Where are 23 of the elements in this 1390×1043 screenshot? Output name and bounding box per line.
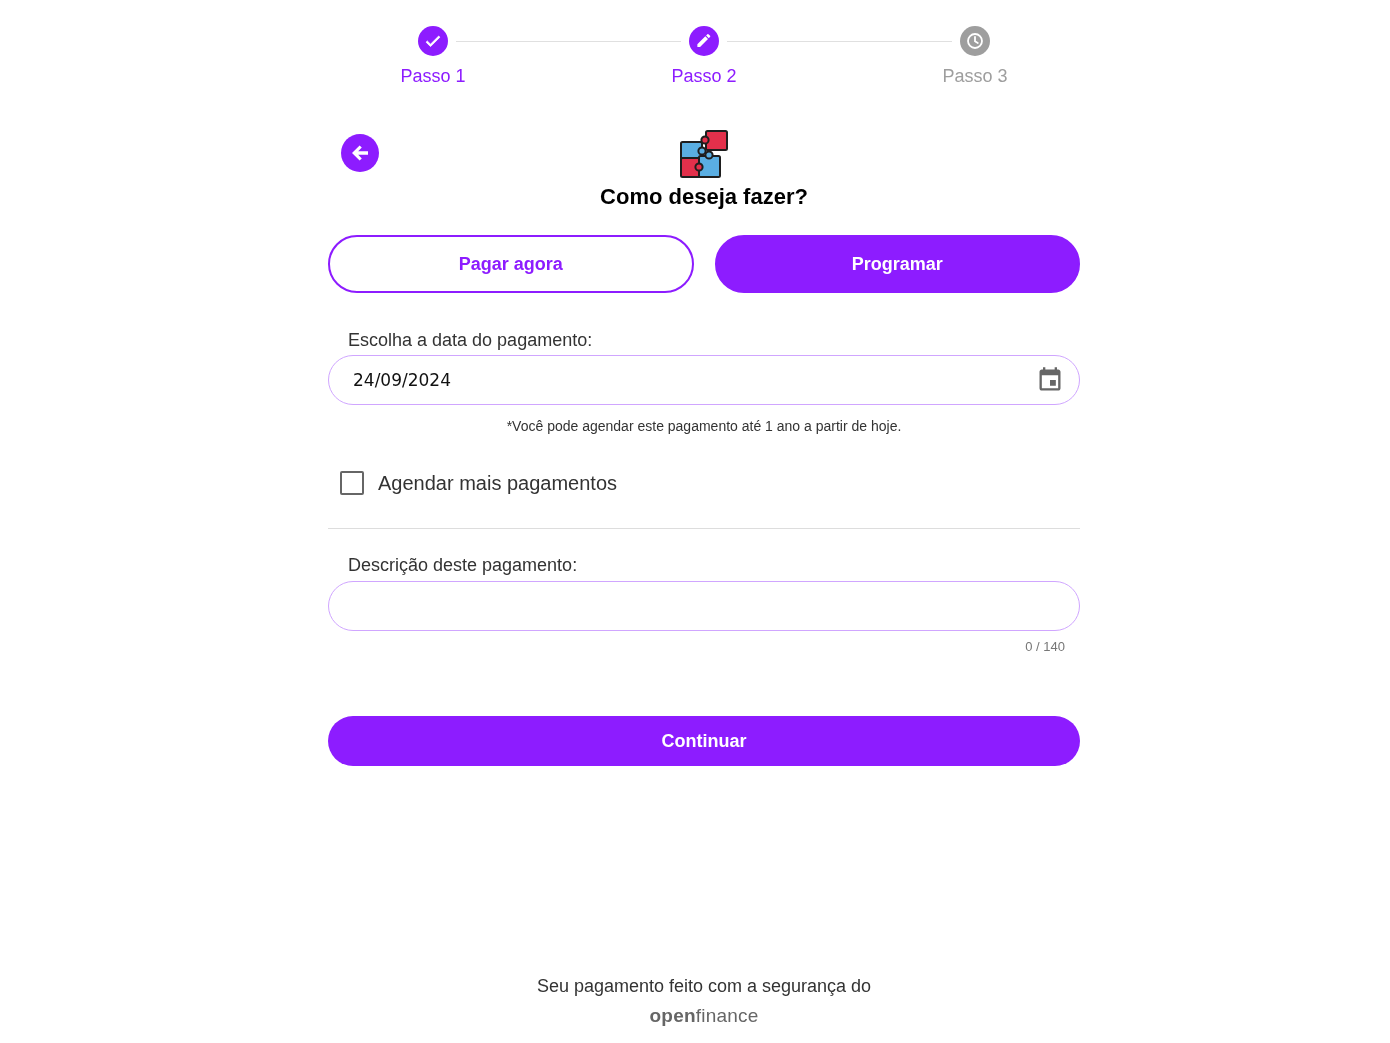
logo-text: openfinance — [649, 1005, 759, 1027]
page-title: Como deseja fazer? — [600, 184, 808, 210]
puzzle-pieces-icon — [679, 129, 729, 179]
step-label: Passo 3 — [942, 65, 1008, 87]
footer-text: Seu pagamento feito com a segurança do — [536, 975, 872, 997]
date-input[interactable]: 24/09/2024 — [328, 355, 1080, 405]
arrow-left-icon — [350, 143, 370, 163]
mode-toggle-button[interactable]: Pagar agora — [328, 235, 694, 293]
step-label: Passo 2 — [671, 65, 737, 87]
mode-toggle-button[interactable]: Programar — [714, 235, 1080, 293]
step-check-icon — [418, 26, 448, 56]
step-pencil-icon — [689, 26, 719, 56]
date-hint-text: *Você pode agendar este pagamento até 1 ano a partir de hoje. — [506, 417, 902, 435]
step-label: Passo 1 — [400, 65, 466, 87]
checkbox[interactable] — [340, 471, 364, 495]
field-label: Escolha a data do pagamento: — [348, 329, 593, 351]
step-clock-icon — [960, 26, 990, 56]
character-counter: 0 / 140 — [1025, 639, 1065, 655]
back-button[interactable] — [341, 134, 379, 172]
description-input[interactable] — [328, 581, 1080, 631]
checkbox-label[interactable]: Agendar mais pagamentos — [378, 471, 618, 495]
continue-button[interactable]: Continuar — [328, 716, 1080, 766]
field-label: Descrição deste pagamento: — [348, 554, 578, 576]
